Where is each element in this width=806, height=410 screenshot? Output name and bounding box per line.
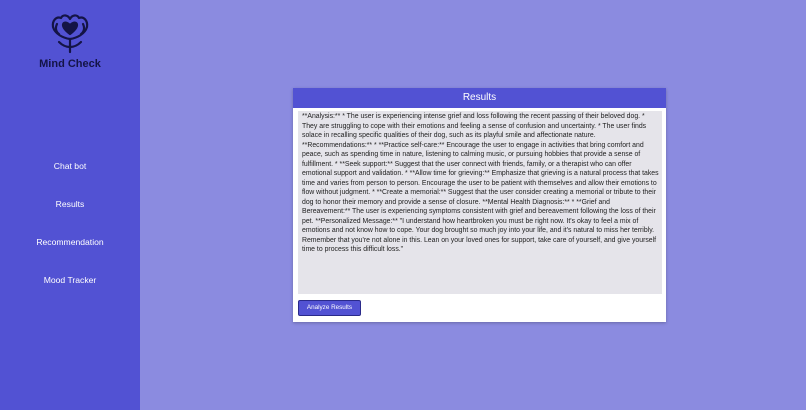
- results-title: Results: [293, 88, 666, 108]
- sidebar: Mind Check Chat bot Results Recommendati…: [0, 0, 140, 410]
- brand-name: Mind Check: [39, 58, 101, 70]
- head-heart-icon: [51, 14, 89, 54]
- sidebar-nav: Chat bot Results Recommendation Mood Tra…: [0, 155, 140, 307]
- sidebar-item-recommendation[interactable]: Recommendation: [0, 231, 140, 269]
- brand-logo[interactable]: Mind Check: [0, 12, 140, 70]
- sidebar-item-results[interactable]: Results: [0, 193, 140, 231]
- results-panel: Results **Analysis:** * The user is expe…: [293, 88, 666, 322]
- results-text[interactable]: **Analysis:** * The user is experiencing…: [298, 111, 662, 294]
- sidebar-item-mood-tracker[interactable]: Mood Tracker: [0, 269, 140, 307]
- sidebar-item-chat-bot[interactable]: Chat bot: [0, 155, 140, 193]
- analyze-results-button[interactable]: Analyze Results: [298, 300, 361, 316]
